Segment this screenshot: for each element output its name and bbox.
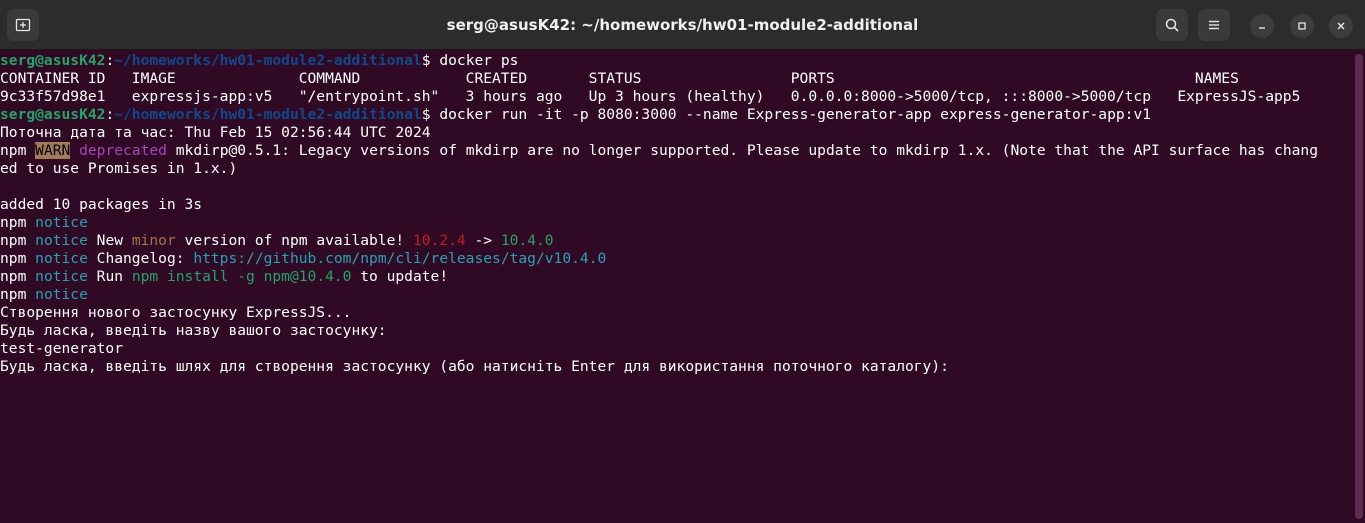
deprecated-label: deprecated: [79, 142, 167, 159]
close-button[interactable]: [1329, 14, 1353, 38]
notice-label: notice: [35, 214, 88, 231]
docker-ps-row: 9c33f57d98e1 expressjs-app:v5 "/entrypoi…: [0, 88, 1301, 105]
notice-label: notice: [35, 250, 88, 267]
prompt-colon: :: [105, 52, 115, 69]
notice-label: notice: [35, 286, 88, 303]
prompt-line-docker-ps: serg@asusK42:~/homeworks/hw01-module2-ad…: [0, 52, 1352, 70]
maximize-icon: [1298, 22, 1306, 30]
arrow-text: ->: [465, 232, 501, 249]
new-version: 10.4.0: [500, 232, 554, 249]
prompt-line-docker-run: serg@asusK42:~/homeworks/hw01-module2-ad…: [0, 106, 1352, 124]
menu-icon: [1209, 20, 1219, 30]
scrollbar[interactable]: [1355, 52, 1363, 523]
warn-badge: WARN: [35, 142, 71, 159]
notice-label: notice: [35, 232, 88, 249]
menu-button[interactable]: [1198, 9, 1230, 41]
notice-text: Changelog:: [87, 250, 194, 267]
npm-warn-continuation: ed to use Promises in 1.x.): [0, 160, 238, 177]
date-output: Поточна дата та час: Thu Feb 15 02:56:44…: [0, 124, 431, 141]
minor-label: minor: [131, 232, 176, 249]
npm-prefix: npm: [0, 268, 27, 285]
command-text: docker ps: [439, 52, 519, 69]
notice-label: notice: [35, 268, 88, 285]
search-icon: [1165, 18, 1179, 32]
new-tab-icon: [15, 18, 31, 32]
notice-text: Run: [87, 268, 132, 285]
app-name-input: test-generator: [0, 340, 124, 357]
npm-prefix: npm: [0, 286, 27, 303]
install-command: npm install -g npm@10.4.0: [131, 268, 352, 285]
minimize-icon: [1259, 27, 1265, 29]
prompt-path: ~/homeworks/hw01-module2-additional: [114, 106, 422, 123]
prompt-dollar: $: [421, 106, 440, 123]
new-tab-button[interactable]: [7, 9, 39, 41]
notice-text: version of npm available!: [175, 232, 413, 249]
ask-name-line: Будь ласка, введіть назву вашого застосу…: [0, 322, 387, 339]
npm-notice-changelog: npm notice Changelog: https://github.com…: [0, 250, 1352, 268]
npm-notice-line: npm notice: [0, 286, 1352, 304]
notice-text: to update!: [351, 268, 449, 285]
npm-notice-new-version: npm notice New minor version of npm avai…: [0, 232, 1352, 250]
title-bar: serg@asusK42: ~/homeworks/hw01-module2-a…: [0, 0, 1365, 50]
added-packages-line: added 10 packages in 3s: [0, 196, 203, 213]
npm-prefix: npm: [0, 232, 27, 249]
npm-warn-line: npm WARN deprecated mkdirp@0.5.1: Legacy…: [0, 142, 1352, 160]
prompt-path: ~/homeworks/hw01-module2-additional: [114, 52, 422, 69]
maximize-button[interactable]: [1290, 14, 1314, 38]
creating-app-line: Створення нового застосунку ExpressJS...: [0, 304, 352, 321]
terminal-output[interactable]: serg@asusK42:~/homeworks/hw01-module2-ad…: [0, 52, 1352, 523]
docker-ps-header: CONTAINER ID IMAGE COMMAND CREATED STATU…: [0, 70, 1239, 87]
minimize-button[interactable]: [1250, 14, 1274, 38]
npm-notice-run: npm notice Run npm install -g npm@10.4.0…: [0, 268, 1352, 286]
npm-prefix: npm: [0, 214, 27, 231]
ask-path-line: Будь ласка, введіть шлях для створення з…: [0, 358, 949, 375]
changelog-link[interactable]: https://github.com/npm/cli/releases/tag/…: [193, 250, 606, 267]
prompt-user: serg@asusK42: [0, 106, 106, 123]
search-button[interactable]: [1156, 9, 1188, 41]
window-title: serg@asusK42: ~/homeworks/hw01-module2-a…: [446, 16, 919, 34]
notice-text: New: [87, 232, 132, 249]
npm-prefix: npm: [0, 142, 27, 159]
npm-notice-line: npm notice: [0, 214, 1352, 232]
npm-prefix: npm: [0, 250, 27, 267]
prompt-user: serg@asusK42: [0, 52, 106, 69]
close-icon: [1337, 22, 1345, 30]
old-version: 10.2.4: [412, 232, 466, 249]
prompt-colon: :: [105, 106, 115, 123]
prompt-dollar: $: [421, 52, 440, 69]
command-text: docker run -it -p 8080:3000 --name Expre…: [439, 106, 1152, 123]
deprecated-message: mkdirp@0.5.1: Legacy versions of mkdirp …: [166, 142, 1318, 159]
scrollbar-thumb[interactable]: [1355, 54, 1363, 519]
